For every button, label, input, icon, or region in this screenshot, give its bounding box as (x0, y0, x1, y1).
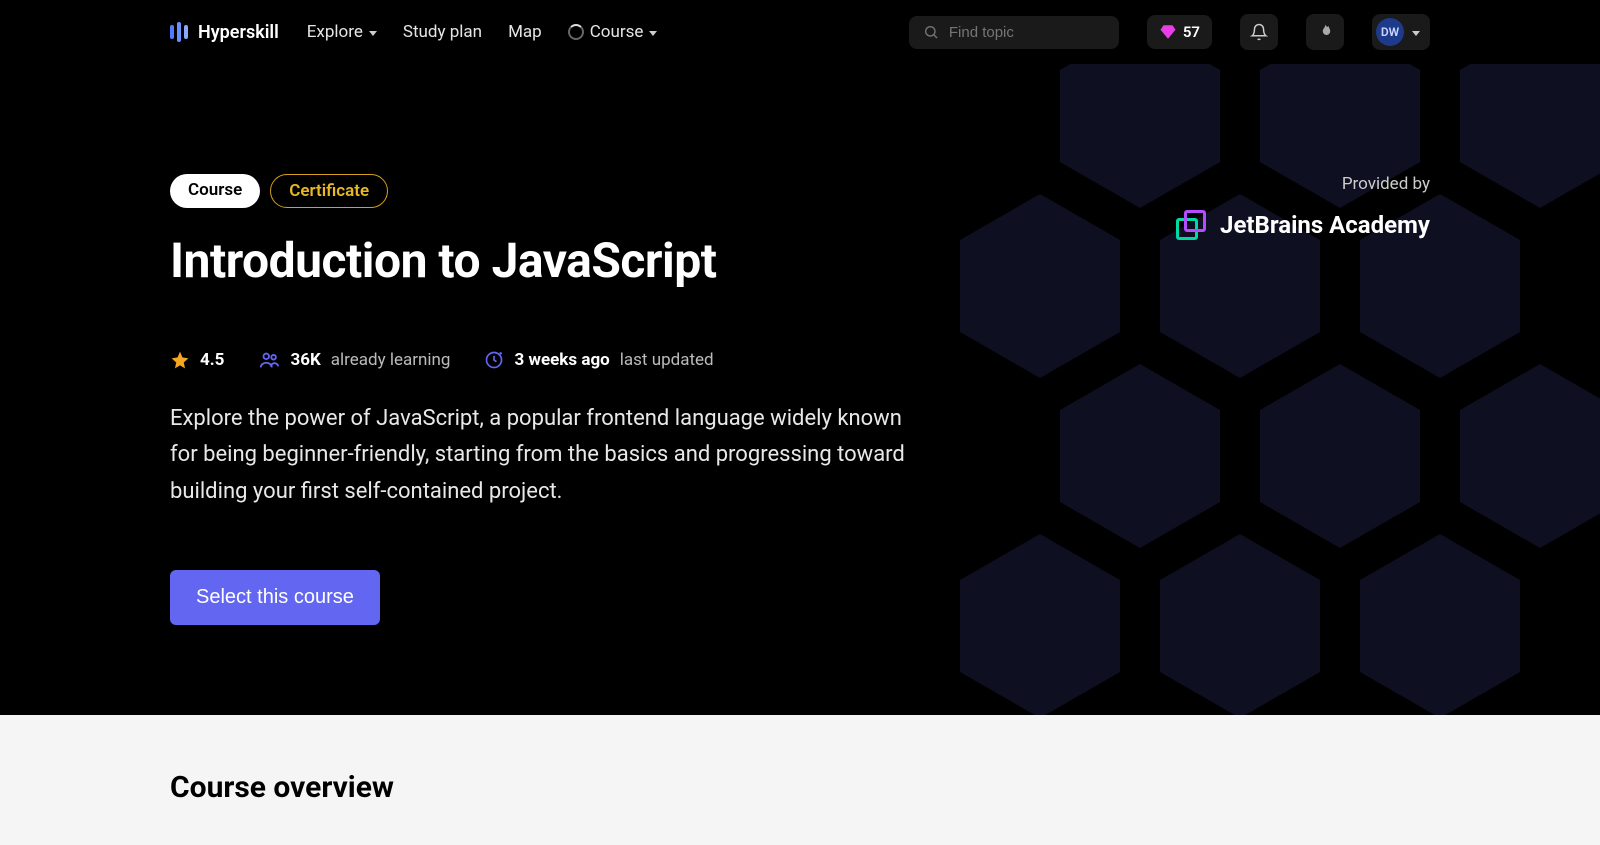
nav-study-plan-label: Study plan (403, 22, 482, 42)
badge-row: Course Certificate (170, 174, 930, 208)
course-description: Explore the power of JavaScript, a popul… (170, 401, 930, 510)
users-icon (258, 349, 280, 371)
learners-count: 36K (290, 350, 320, 370)
gem-icon (1159, 23, 1177, 41)
search-input[interactable] (949, 24, 1105, 41)
page-title: Introduction to JavaScript (170, 232, 930, 289)
provider-row[interactable]: JetBrains Academy (1176, 210, 1430, 240)
user-menu[interactable]: DW (1372, 14, 1430, 50)
chevron-down-icon (369, 31, 377, 36)
learners-label: already learning (331, 350, 451, 370)
avatar: DW (1376, 18, 1404, 46)
main-nav: Explore Study plan Map Course (307, 22, 658, 42)
search-icon (923, 24, 939, 40)
brand-name: Hyperskill (198, 22, 279, 43)
flame-icon (1316, 23, 1334, 41)
nav-explore[interactable]: Explore (307, 22, 377, 42)
chevron-down-icon (1412, 31, 1420, 36)
clock-icon (484, 350, 504, 370)
certificate-badge: Certificate (270, 174, 388, 208)
gems-count: 57 (1183, 23, 1200, 41)
provider-label: Provided by (1176, 174, 1430, 194)
rating-item: 4.5 (170, 350, 224, 370)
streak-button[interactable] (1306, 14, 1344, 50)
hero-main: Course Certificate Introduction to JavaS… (170, 174, 930, 625)
nav-explore-label: Explore (307, 22, 363, 42)
course-meta: 4.5 36K already learning 3 weeks ago las… (170, 349, 930, 371)
app-header: Hyperskill Explore Study plan Map Course… (0, 0, 1600, 64)
nav-map[interactable]: Map (508, 22, 542, 42)
learners-item: 36K already learning (258, 349, 450, 371)
provider-block: Provided by JetBrains Academy (1176, 174, 1430, 240)
logo-icon (170, 22, 188, 42)
nav-course-label: Course (590, 22, 644, 42)
updated-item: 3 weeks ago last updated (484, 350, 713, 370)
gems-chip[interactable]: 57 (1147, 15, 1212, 49)
star-icon (170, 350, 190, 370)
spinner-icon (568, 24, 584, 40)
avatar-initials: DW (1381, 25, 1399, 39)
hero-section: Course Certificate Introduction to JavaS… (0, 64, 1600, 715)
nav-study-plan[interactable]: Study plan (403, 22, 482, 42)
updated-label: last updated (620, 350, 714, 370)
updated-value: 3 weeks ago (514, 350, 609, 370)
nav-course[interactable]: Course (568, 22, 658, 42)
provider-name: JetBrains Academy (1220, 211, 1430, 239)
search-box[interactable] (909, 16, 1119, 49)
overview-section: Course overview (0, 715, 1600, 845)
bell-icon (1250, 23, 1268, 41)
nav-map-label: Map (508, 22, 542, 42)
rating-value: 4.5 (200, 350, 224, 370)
chevron-down-icon (649, 31, 657, 36)
select-course-button[interactable]: Select this course (170, 570, 380, 625)
notifications-button[interactable] (1240, 14, 1278, 50)
jetbrains-logo-icon (1176, 210, 1206, 240)
brand-logo[interactable]: Hyperskill (170, 22, 279, 43)
course-badge: Course (170, 174, 260, 208)
